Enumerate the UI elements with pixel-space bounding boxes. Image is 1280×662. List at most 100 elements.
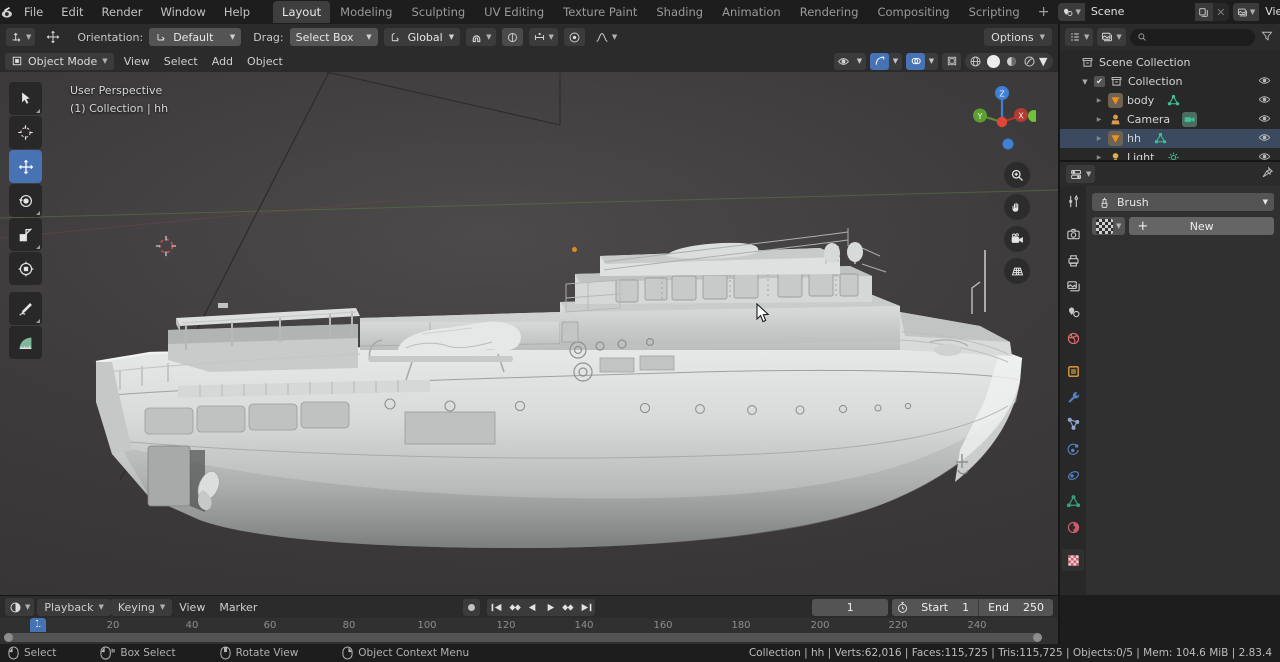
outliner-row-camera[interactable]: ▶ Camera [1060,110,1280,129]
snap-target-icon[interactable]: ▼ [528,28,558,46]
properties-editor-type-dropdown[interactable]: ▼ [1066,165,1096,183]
active-tool-icon[interactable]: ▼ [6,28,36,46]
3d-viewport[interactable]: Object Mode ▼ ViewSelectAddObject ▼ ▼ [0,50,1058,595]
outliner-row-body[interactable]: ▶ body [1060,91,1280,110]
drag-dropdown[interactable]: Select Box ▼ [289,28,378,46]
shading-material-preview-icon[interactable] [1003,53,1020,70]
auto-keying-button[interactable] [463,598,480,616]
properties-tab-texture[interactable] [1062,549,1084,571]
viewport-menu-add[interactable]: Add [205,53,240,70]
snap-increment-icon[interactable] [501,28,523,46]
properties-tab-render[interactable] [1062,223,1084,245]
tool-annotate[interactable] [9,292,42,325]
outliner-row-collection[interactable]: ▼ ✔ Collection [1060,72,1280,91]
toggle-projection-button[interactable] [1004,258,1030,284]
outliner-filter-id-dropdown[interactable]: ▼ [1097,28,1126,46]
chevron-down-icon[interactable]: ▼ [1080,78,1090,86]
shading-wireframe-icon[interactable] [967,53,984,70]
workspace-tab-animation[interactable]: Animation [713,1,790,23]
workspace-tab-shading[interactable]: Shading [647,1,712,23]
xray-toggle[interactable] [942,52,961,70]
timeline-horizontal-scrollbar[interactable] [4,633,1042,642]
properties-tab-modifier[interactable] [1062,386,1084,408]
pin-icon[interactable] [1261,166,1274,182]
current-frame-field[interactable]: 1 [812,598,889,616]
chevron-right-icon[interactable]: ▶ [1094,116,1104,123]
viewport-axis-gizmo[interactable]: Z Y X [968,82,1036,150]
jump-to-end-button[interactable] [577,599,595,616]
transform-gizmo-icon[interactable] [41,28,65,46]
jump-to-start-button[interactable] [487,599,505,616]
editor-divider-outliner[interactable] [1060,160,1280,162]
scrollbar-right-handle[interactable] [1033,633,1042,642]
workspace-tab-scripting[interactable]: Scripting [960,1,1029,23]
end-frame-field[interactable]: End 250 [979,599,1053,616]
falloff-smooth-icon[interactable]: ▼ [591,28,621,46]
pan-button[interactable] [1004,194,1030,220]
properties-tab-material[interactable] [1062,516,1084,538]
tool-cursor[interactable] [9,116,42,149]
add-workspace-button[interactable]: + [1029,1,1059,23]
scene-selector[interactable]: ▼ Scene ✕ [1058,3,1229,21]
top-menu-window[interactable]: Window [151,2,214,22]
view-layer-selector[interactable]: ▼ View Layer ✕ [1232,3,1280,21]
start-frame-field[interactable]: Start 1 [912,599,978,616]
properties-tab-scene[interactable] [1062,301,1084,323]
tool-rotate[interactable] [9,184,42,217]
camera-view-button[interactable] [1004,226,1030,252]
visibility-icon[interactable] [834,53,853,70]
playback-controls[interactable] [487,598,595,616]
outliner-display-mode-dropdown[interactable]: ▼ [1065,28,1094,46]
blender-logo-icon[interactable] [0,0,15,24]
top-menu-edit[interactable]: Edit [52,2,92,22]
previous-keyframe-button[interactable] [505,599,523,616]
workspace-tab-sculpting[interactable]: Sculpting [402,1,474,23]
proportional-edit-icon[interactable] [563,28,585,46]
top-menu-help[interactable]: Help [215,2,259,22]
object-visibility-dropdown[interactable]: ▼ [834,52,866,70]
filter-icon[interactable] [1259,30,1275,45]
top-menu-render[interactable]: Render [93,2,152,22]
workspace-tab-uv-editing[interactable]: UV Editing [475,1,553,23]
workspace-tab-compositing[interactable]: Compositing [868,1,958,23]
viewport-shading-modes[interactable]: ▼ [965,52,1053,70]
outliner-row-scene-collection[interactable]: Scene Collection [1060,53,1280,72]
properties-tab-tool[interactable] [1062,190,1084,212]
chevron-right-icon[interactable]: ▶ [1094,135,1104,142]
unlink-scene-button[interactable]: ✕ [1213,3,1229,21]
next-keyframe-button[interactable] [559,599,577,616]
eye-icon[interactable] [1258,131,1271,147]
properties-tab-output[interactable] [1062,249,1084,271]
xray-icon[interactable] [942,53,961,70]
show-gizmo-toggle[interactable]: ▼ [870,52,902,70]
workspace-tab-layout[interactable]: Layout [273,1,331,23]
tool-tweak-select[interactable] [9,82,42,115]
outliner-search-input[interactable] [1129,28,1255,46]
tool-scale[interactable] [9,218,42,251]
timeline-playhead[interactable]: 1 [29,618,54,632]
properties-tab-object[interactable] [1062,360,1084,382]
outliner-row-hh[interactable]: ▶ hh [1060,129,1280,148]
shading-rendered-icon[interactable] [1021,53,1038,70]
play-button[interactable] [541,599,559,616]
eye-icon[interactable] [1258,150,1271,161]
chevron-right-icon[interactable]: ▶ [1094,97,1104,104]
eye-icon[interactable] [1258,93,1271,109]
workspace-tab-modeling[interactable]: Modeling [331,1,401,23]
scene-name[interactable]: Scene [1084,3,1195,21]
new-texture-button[interactable]: + New [1129,217,1274,235]
editor-divider-vertical[interactable] [1058,24,1060,644]
workspace-tab-rendering[interactable]: Rendering [791,1,868,23]
outliner[interactable]: Scene Collection ▼ ✔ Collection ▶ body ▶ Camera… [1060,50,1280,160]
top-menu-file[interactable]: File [15,2,52,22]
shading-solid-icon[interactable] [985,53,1002,70]
stopwatch-icon[interactable] [892,599,912,616]
viewport-menu-object[interactable]: Object [240,53,290,70]
scrollbar-left-handle[interactable] [4,633,13,642]
snap-magnet-icon[interactable]: ▼ [466,28,496,46]
new-scene-button[interactable] [1194,3,1213,21]
texture-browse-dropdown[interactable]: ▼ [1092,217,1126,235]
properties-editor[interactable]: Brush ▼ ▼ + New [1060,186,1280,595]
properties-tab-particles[interactable] [1062,412,1084,434]
show-gizmo-icon[interactable] [870,52,889,70]
